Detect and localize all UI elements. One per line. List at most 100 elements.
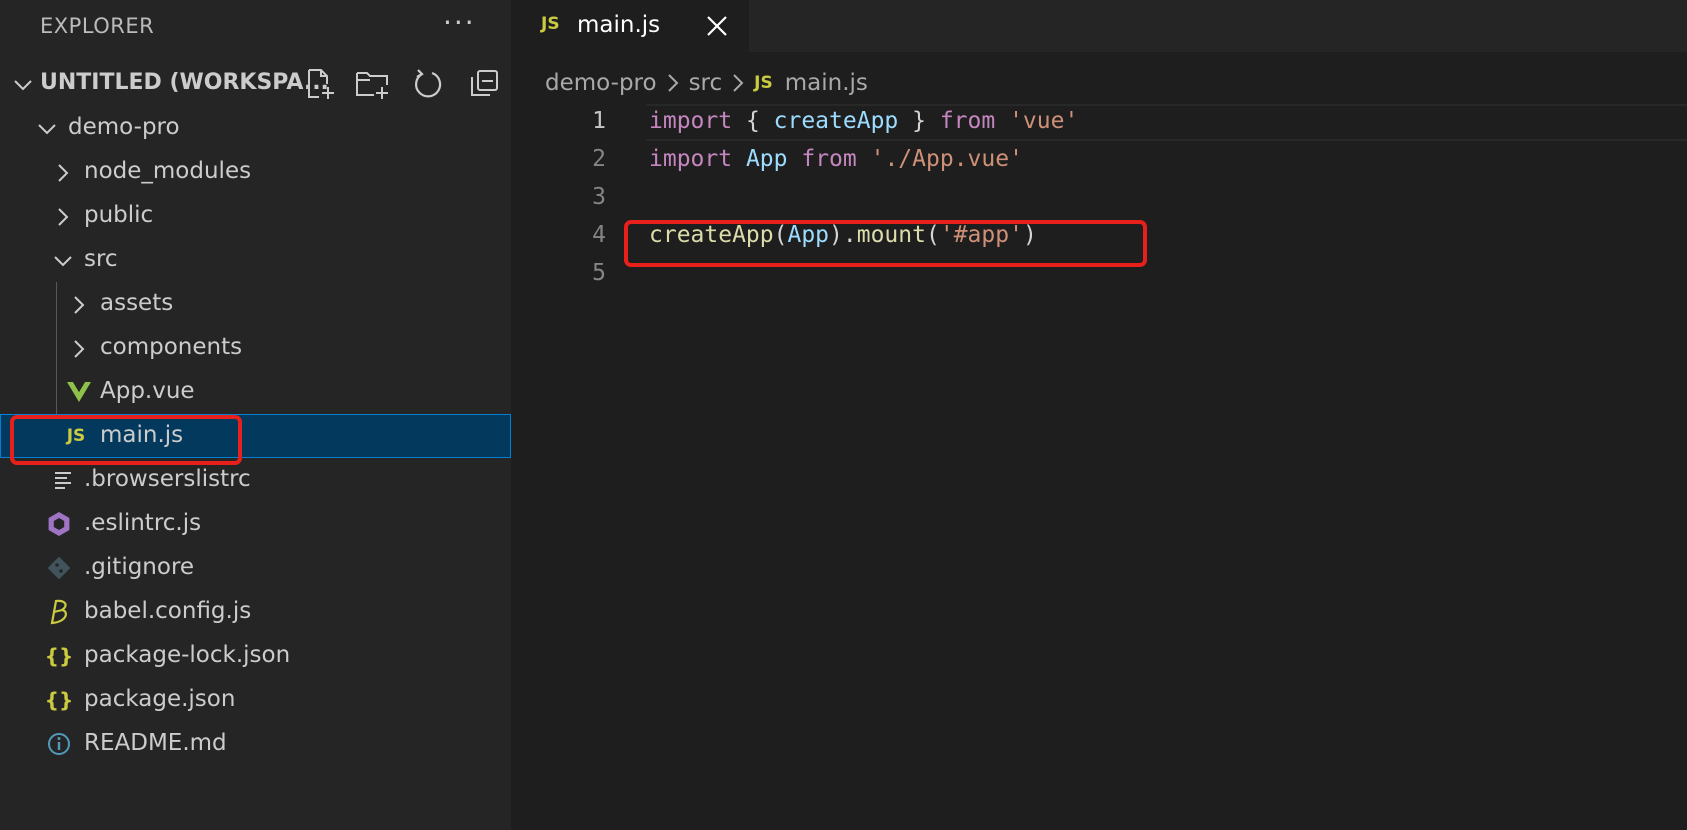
refresh-icon[interactable] bbox=[410, 66, 446, 102]
tree-file-browserslistrc[interactable]: .browserslistrc bbox=[0, 458, 511, 502]
code-token: ( bbox=[925, 222, 940, 248]
js-icon: JS bbox=[541, 14, 560, 34]
code-token: ). bbox=[829, 222, 857, 248]
tree-folder-public[interactable]: public bbox=[0, 194, 511, 238]
line-number: 3 bbox=[592, 184, 606, 210]
tree-file-app-vue[interactable]: App.vue bbox=[0, 370, 511, 414]
line-number: 5 bbox=[592, 260, 606, 286]
json-icon-text: {} bbox=[44, 688, 74, 712]
breadcrumb-subfolder[interactable]: src bbox=[689, 70, 723, 96]
explorer-sidebar: EXPLORER ··· UNTITLED (WORKSPA... demo-p… bbox=[0, 0, 511, 830]
more-actions-icon[interactable]: ··· bbox=[443, 6, 476, 39]
code-token: from bbox=[801, 146, 857, 172]
tree-folder-src[interactable]: src bbox=[0, 238, 511, 282]
tree-file-eslintrc[interactable]: .eslintrc.js bbox=[0, 502, 511, 546]
js-icon-text: JS bbox=[66, 426, 86, 446]
line-text: createApp(App).mount('#app') bbox=[649, 222, 1037, 248]
file-tree: demo-pro node_modules public src assets … bbox=[0, 106, 511, 766]
tree-item-label: demo-pro bbox=[68, 114, 180, 140]
chevron-down-icon bbox=[36, 118, 58, 144]
workspace-title: UNTITLED (WORKSPA... bbox=[40, 70, 329, 95]
collapse-all-icon[interactable] bbox=[466, 66, 502, 102]
tree-item-label: components bbox=[100, 334, 243, 360]
line-text: import App from './App.vue' bbox=[649, 146, 1023, 172]
js-icon: JS bbox=[754, 73, 773, 93]
code-token: import bbox=[649, 108, 733, 134]
chevron-right-icon bbox=[730, 72, 746, 94]
tab-bar: JS main.js bbox=[511, 0, 1687, 52]
line-number: 2 bbox=[592, 146, 606, 172]
code-line[interactable]: 1 import { createApp } from 'vue' bbox=[511, 104, 1687, 142]
tree-file-readme[interactable]: README.md bbox=[0, 722, 511, 766]
explorer-title: EXPLORER bbox=[40, 14, 155, 38]
tree-file-gitignore[interactable]: .gitignore bbox=[0, 546, 511, 590]
tree-folder-assets[interactable]: assets bbox=[0, 282, 511, 326]
vscode-window: EXPLORER ··· UNTITLED (WORKSPA... demo-p… bbox=[0, 0, 1687, 830]
tree-item-label: assets bbox=[100, 290, 174, 316]
tab-main-js[interactable]: JS main.js bbox=[511, 0, 749, 52]
code-token: 'vue' bbox=[1009, 108, 1079, 134]
tree-item-label: main.js bbox=[100, 422, 184, 448]
info-icon bbox=[46, 730, 72, 758]
tree-folder-node-modules[interactable]: node_modules bbox=[0, 150, 511, 194]
chevron-down-icon bbox=[12, 74, 34, 100]
breadcrumb-folder[interactable]: demo-pro bbox=[545, 70, 657, 96]
code-token: '#app' bbox=[939, 222, 1023, 248]
eslint-icon bbox=[46, 510, 72, 538]
tree-item-label: .gitignore bbox=[84, 554, 195, 580]
chevron-right-icon bbox=[68, 294, 90, 320]
tree-folder-demo-pro[interactable]: demo-pro bbox=[0, 106, 511, 150]
line-number: 1 bbox=[592, 108, 606, 134]
code-editor[interactable]: 1 import { createApp } from 'vue' 2 import … bbox=[511, 104, 1687, 294]
babel-icon bbox=[46, 598, 72, 626]
tree-item-label: package-lock.json bbox=[84, 642, 291, 668]
code-token: App bbox=[787, 222, 830, 248]
breadcrumb-file[interactable]: main.js bbox=[785, 70, 868, 96]
tree-item-label: package.json bbox=[84, 686, 236, 712]
code-token: './App.vue' bbox=[870, 146, 1023, 172]
breadcrumb: demo-pro src JS main.js bbox=[545, 66, 868, 100]
tree-file-babel-config[interactable]: babel.config.js bbox=[0, 590, 511, 634]
json-icon: {} bbox=[44, 642, 74, 670]
code-lines: 1 import { createApp } from 'vue' 2 import … bbox=[511, 104, 1687, 294]
vue-icon bbox=[66, 378, 92, 406]
line-text: import { createApp } from 'vue' bbox=[649, 108, 1078, 134]
new-file-icon[interactable] bbox=[302, 66, 338, 102]
chevron-right-icon bbox=[665, 72, 681, 94]
tab-label: main.js bbox=[577, 12, 661, 38]
explorer-header: EXPLORER ··· bbox=[0, 0, 511, 52]
code-token: createApp bbox=[773, 108, 899, 134]
tree-item-label: .eslintrc.js bbox=[84, 510, 202, 536]
tree-item-label: src bbox=[84, 246, 118, 272]
code-token: App bbox=[745, 146, 788, 172]
tree-item-label: App.vue bbox=[100, 378, 195, 404]
tree-file-package-lock[interactable]: {} package-lock.json bbox=[0, 634, 511, 678]
tree-item-label: babel.config.js bbox=[84, 598, 252, 624]
code-token: mount bbox=[856, 222, 926, 248]
code-line[interactable]: 4 createApp(App).mount('#app') bbox=[511, 218, 1687, 256]
chevron-down-icon bbox=[52, 250, 74, 276]
chevron-right-icon bbox=[52, 206, 74, 232]
chevron-right-icon bbox=[68, 338, 90, 364]
git-icon bbox=[46, 554, 72, 582]
code-line[interactable]: 2 import App from './App.vue' bbox=[511, 142, 1687, 180]
js-icon: JS bbox=[63, 422, 89, 450]
new-folder-icon[interactable] bbox=[354, 66, 390, 102]
tree-folder-components[interactable]: components bbox=[0, 326, 511, 370]
tree-file-main-js[interactable]: JS main.js bbox=[0, 414, 511, 458]
lines-icon bbox=[50, 466, 76, 494]
tree-file-package-json[interactable]: {} package.json bbox=[0, 678, 511, 722]
code-line[interactable]: 5 bbox=[511, 256, 1687, 294]
json-icon-text: {} bbox=[44, 644, 74, 668]
close-icon[interactable] bbox=[703, 12, 731, 40]
code-token: { bbox=[732, 108, 774, 134]
tree-item-label: .browserslistrc bbox=[84, 466, 251, 492]
editor-area: JS main.js demo-pro src JS main.js 1 impo… bbox=[511, 0, 1687, 830]
code-token: createApp bbox=[649, 222, 774, 248]
chevron-right-icon bbox=[52, 162, 74, 188]
code-line[interactable]: 3 bbox=[511, 180, 1687, 218]
line-number: 4 bbox=[592, 222, 606, 248]
workspace-section-header[interactable]: UNTITLED (WORKSPA... bbox=[0, 62, 511, 106]
